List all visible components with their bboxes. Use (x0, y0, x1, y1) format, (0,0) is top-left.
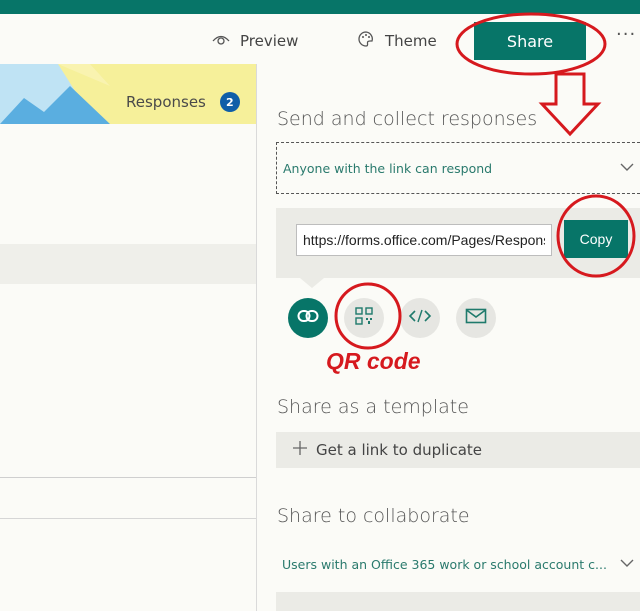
respond-scope-value: Anyone with the link can respond (283, 160, 493, 176)
share-qr-method[interactable] (344, 298, 384, 338)
chevron-down-icon (620, 556, 634, 572)
form-divider (0, 477, 256, 478)
theme-button[interactable]: Theme (357, 28, 437, 54)
form-divider-lower (0, 518, 256, 519)
plus-icon (292, 440, 308, 460)
qr-code-annotation: QR code (326, 348, 421, 374)
preview-button[interactable]: Preview (212, 28, 298, 54)
toolbar: Preview Theme Share ··· (0, 14, 640, 64)
collaborate-scope-value: Users with an Office 365 work or school … (282, 556, 607, 572)
share-email-method[interactable] (456, 298, 496, 338)
collaborate-scope-dropdown[interactable]: Users with an Office 365 work or school … (276, 546, 640, 582)
active-method-pointer (300, 278, 324, 288)
form-column: Responses 2 (0, 64, 256, 611)
collaborate-link-row (276, 592, 640, 611)
send-collect-title: Send and collect responses (277, 108, 538, 130)
more-options-button[interactable]: ··· (616, 24, 636, 45)
share-template-title: Share as a template (277, 396, 469, 418)
share-label: Share (506, 31, 554, 51)
share-embed-method[interactable] (400, 298, 440, 338)
responses-label: Responses (126, 93, 206, 111)
link-icon (297, 308, 319, 328)
form-question-band (0, 244, 256, 284)
share-button[interactable]: Share (474, 22, 586, 60)
get-duplicate-link-button[interactable]: Get a link to duplicate (276, 432, 640, 468)
panel-divider (256, 64, 257, 611)
copy-label: Copy (579, 231, 613, 247)
copy-button[interactable]: Copy (564, 220, 628, 258)
share-collaborate-title: Share to collaborate (277, 505, 470, 527)
respond-scope-dropdown[interactable]: Anyone with the link can respond (276, 142, 640, 194)
top-accent-strip (0, 0, 640, 14)
preview-icon (212, 32, 230, 50)
share-link-method[interactable] (288, 298, 328, 338)
down-arrow-annotation (538, 72, 602, 137)
chevron-down-icon (620, 160, 634, 176)
preview-label: Preview (240, 32, 299, 50)
responses-count-badge: 2 (219, 92, 240, 112)
responses-tab[interactable]: Responses 2 (126, 92, 240, 112)
embed-code-icon (408, 308, 432, 328)
email-icon (465, 308, 487, 328)
palette-icon (357, 30, 375, 52)
forms-app: Preview Theme Share ··· Responses 2 Send… (0, 0, 640, 611)
share-link-input[interactable] (296, 224, 552, 256)
duplicate-label: Get a link to duplicate (316, 441, 483, 459)
theme-label: Theme (385, 32, 437, 50)
form-banner: Responses 2 (0, 64, 256, 124)
qr-code-icon (354, 306, 374, 330)
